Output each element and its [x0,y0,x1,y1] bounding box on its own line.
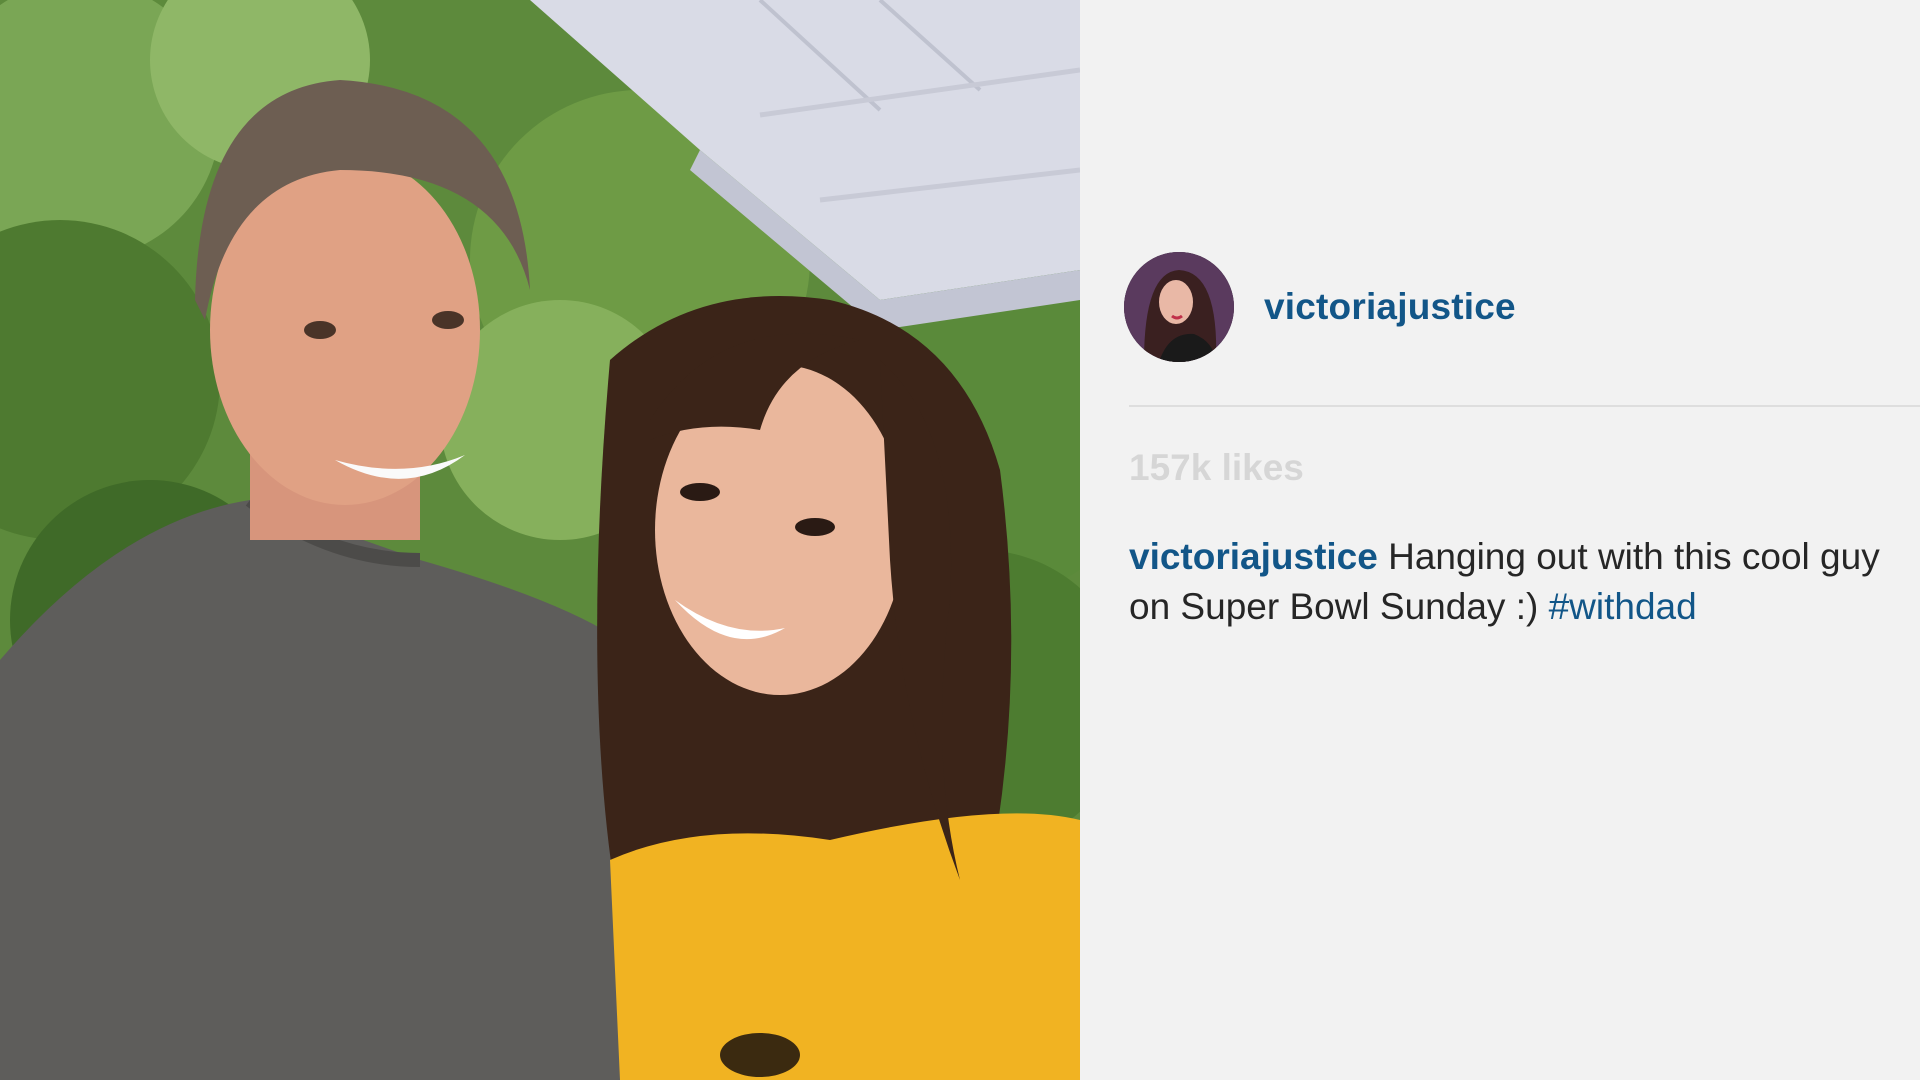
likes-count[interactable]: 157k likes [1129,447,1304,489]
header-divider [1129,405,1920,407]
post-photo[interactable] [0,0,1080,1080]
post-username[interactable]: victoriajustice [1264,286,1516,328]
photo-illustration [0,0,1080,1080]
post-caption: victoriajustice Hanging out with this co… [1129,532,1899,632]
avatar[interactable] [1124,252,1234,362]
post-header: victoriajustice [1124,252,1516,362]
caption-username[interactable]: victoriajustice [1129,536,1378,577]
post-details-panel: victoriajustice 157k likes victoriajusti… [1080,0,1920,1080]
instagram-post-view: victoriajustice 157k likes victoriajusti… [0,0,1920,1080]
caption-hashtag[interactable]: #withdad [1549,586,1697,627]
avatar-image [1124,252,1234,362]
